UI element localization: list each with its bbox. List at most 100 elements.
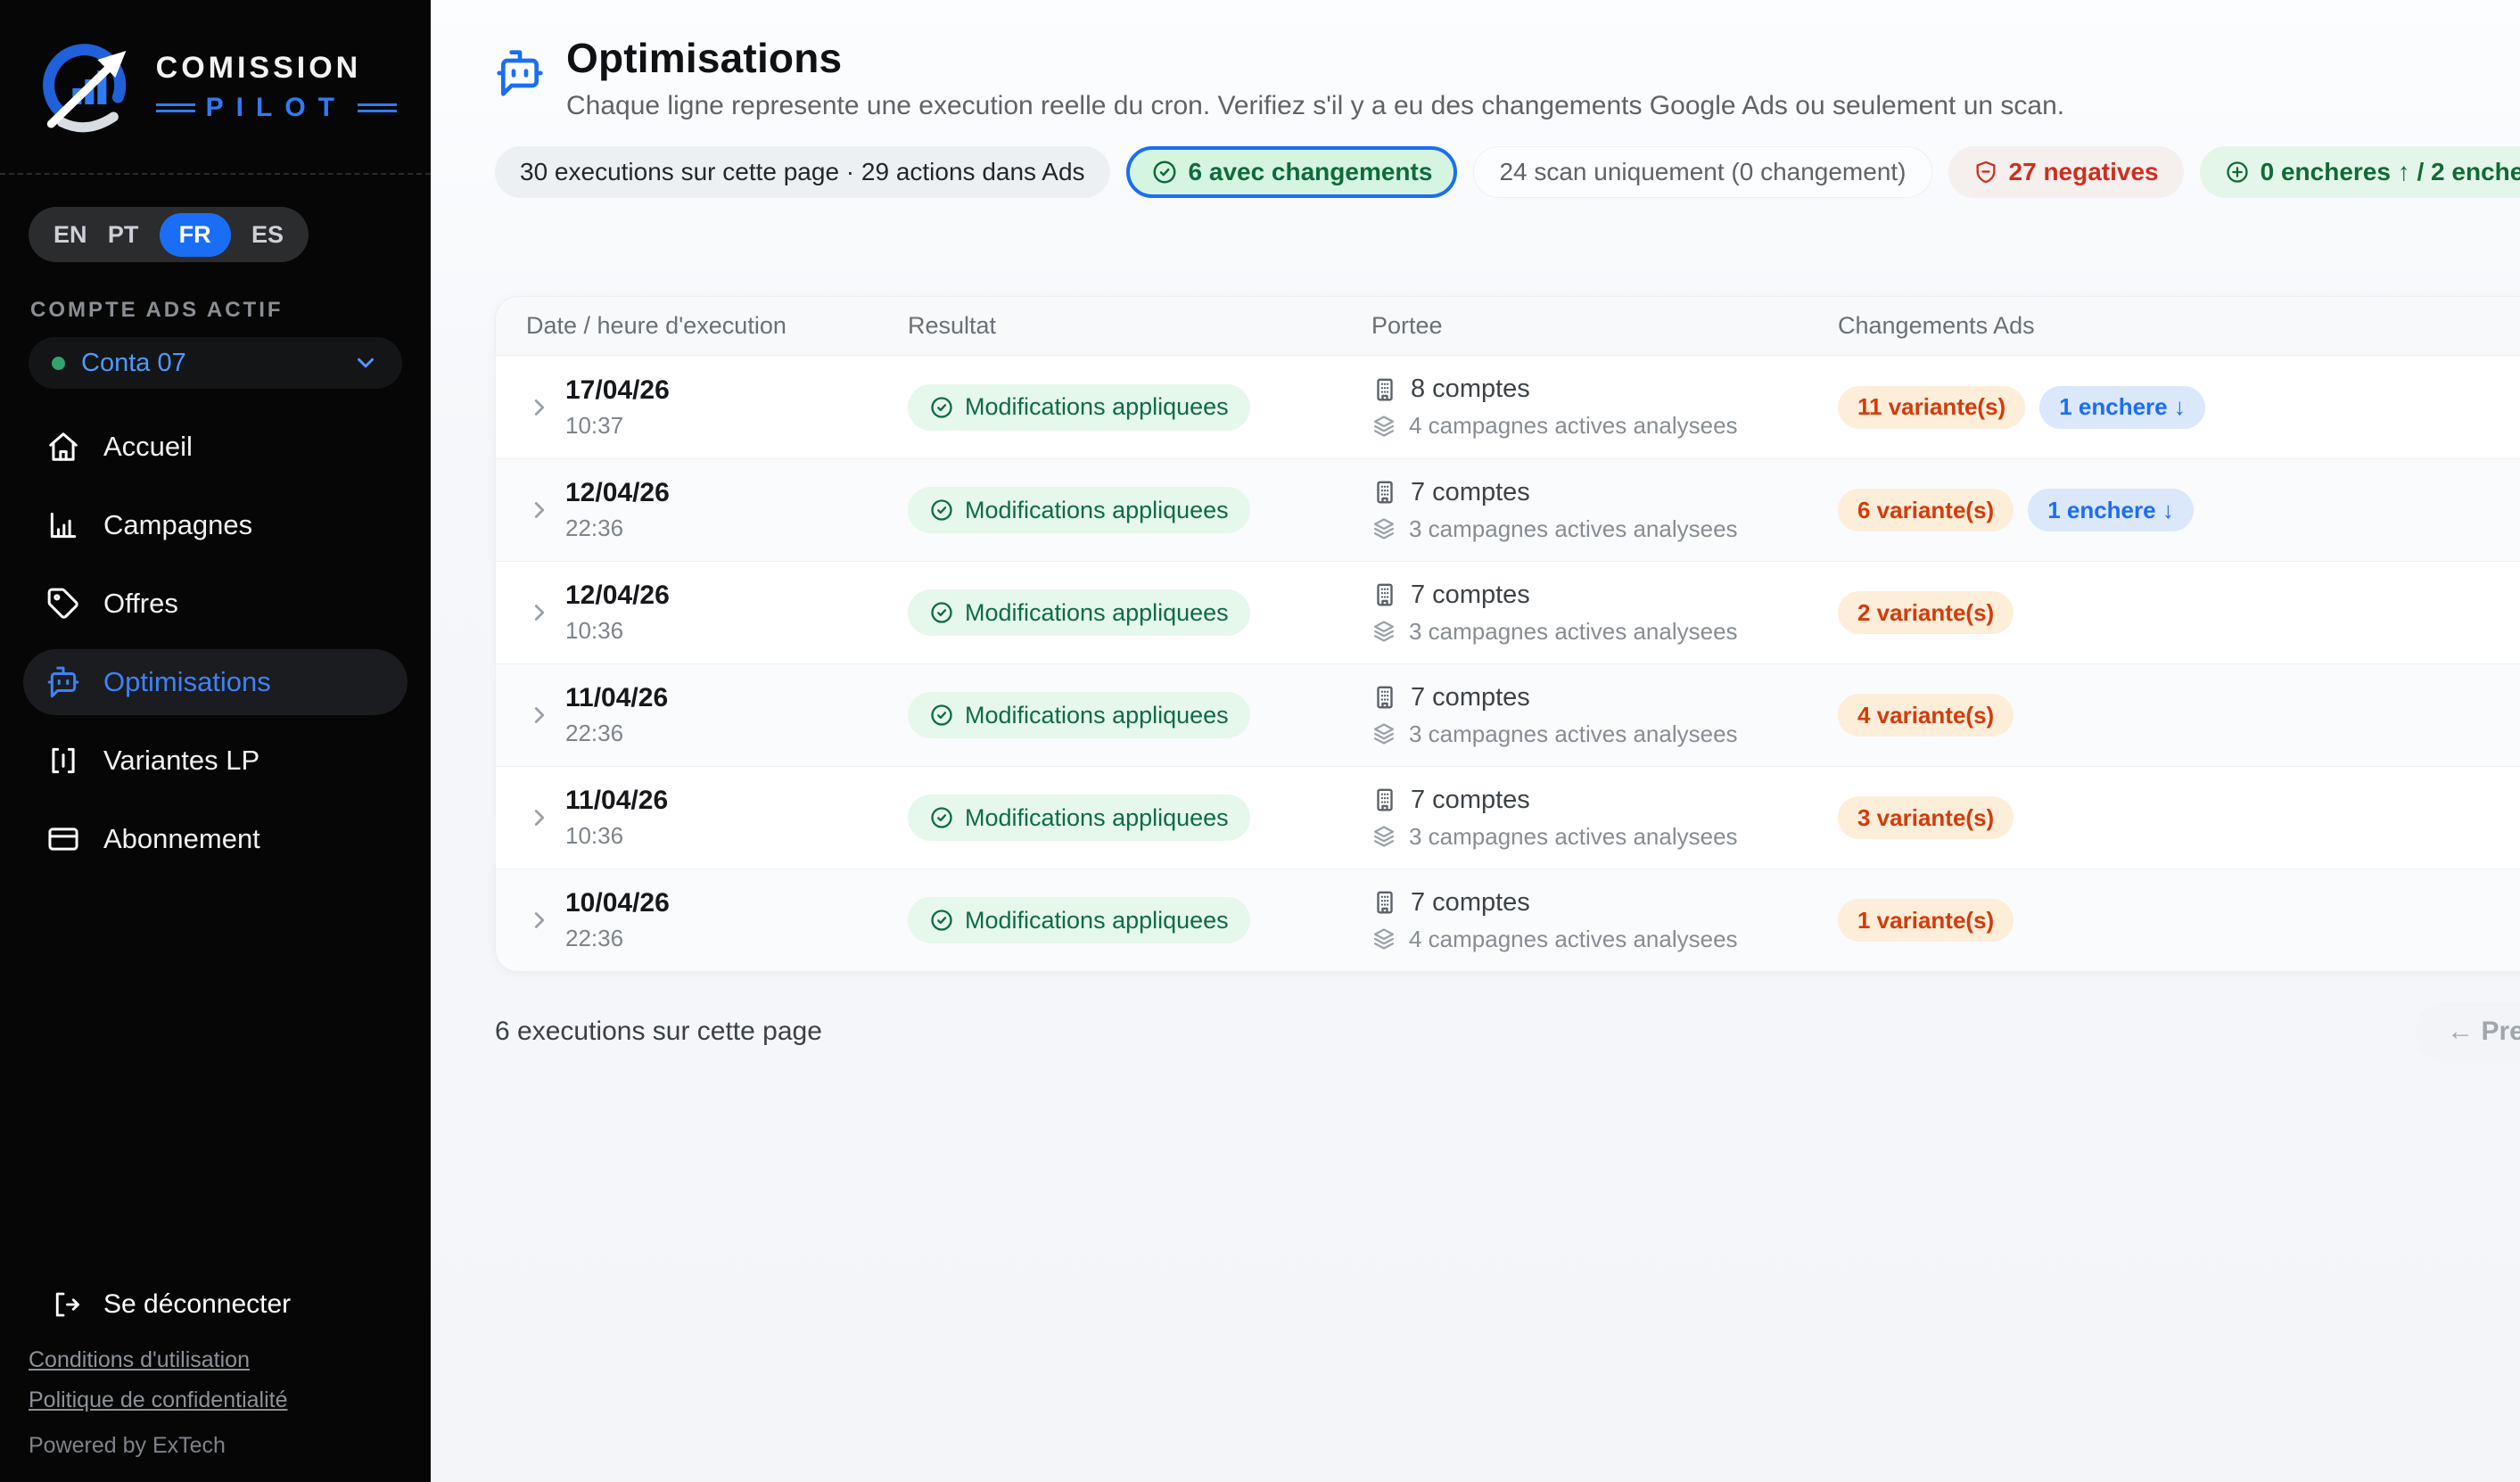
pagination-summary: 6 executions sur cette page — [495, 1017, 822, 1047]
execution-time: 10:37 — [565, 412, 908, 440]
layers-icon — [1371, 721, 1396, 746]
shield-minus-icon — [1973, 160, 1998, 185]
execution-date: 10/04/26 — [565, 888, 908, 918]
check-circle-icon — [929, 600, 954, 625]
chevron-right-icon[interactable] — [526, 599, 553, 626]
chip-with-changes[interactable]: 6 avec changements — [1126, 146, 1458, 198]
brand-subname: PILOT — [206, 93, 347, 123]
campaigns-analyzed: 4 campagnes actives analysees — [1409, 926, 1738, 953]
table-row[interactable]: 10/04/26 22:36 Modifications appliquees … — [496, 869, 2520, 971]
status-badge: Modifications appliquees — [908, 384, 1250, 431]
brand-logo-icon — [34, 33, 144, 140]
lang-button-pt[interactable]: PT — [108, 214, 139, 256]
chip-scan-only[interactable]: 24 scan uniquement (0 changement) — [1473, 146, 1931, 198]
chevron-right-icon[interactable] — [526, 804, 553, 831]
accounts-count: 7 comptes — [1411, 683, 1530, 712]
privacy-link[interactable]: Politique de confidentialité — [29, 1387, 287, 1413]
check-circle-icon — [929, 908, 954, 933]
campaigns-analyzed: 3 campagnes actives analysees — [1409, 823, 1738, 851]
powered-by: Powered by ExTech — [29, 1433, 402, 1459]
variants-badge: 6 variante(s) — [1838, 489, 2014, 531]
status-badge: Modifications appliquees — [908, 692, 1250, 738]
execution-date: 17/04/26 — [565, 375, 908, 406]
sidebar-item-variantes-lp[interactable]: Variantes LP — [23, 728, 408, 794]
bar-chart-icon — [46, 508, 80, 542]
sidebar-item-label: Abonnement — [103, 823, 260, 855]
sidebar-item-optimisations[interactable]: Optimisations — [23, 649, 408, 715]
execution-date: 11/04/26 — [565, 683, 908, 713]
sidebar-item-offres[interactable]: Offres — [23, 571, 408, 637]
lang-button-fr[interactable]: FR — [160, 213, 231, 257]
account-section-label: COMPTE ADS ACTIF — [30, 298, 431, 323]
table-row[interactable]: 11/04/26 22:36 Modifications appliquees … — [496, 663, 2520, 766]
check-circle-icon — [929, 395, 954, 420]
sidebar-item-label: Campagnes — [103, 509, 252, 541]
pagination: 6 executions sur cette page ← Precedent … — [495, 1002, 2520, 1061]
accounts-count: 8 comptes — [1411, 375, 1530, 404]
building-icon — [1371, 581, 1398, 608]
terms-link[interactable]: Conditions d'utilisation — [29, 1347, 250, 1373]
execution-time: 22:36 — [565, 720, 908, 747]
account-select[interactable]: Conta 07 — [29, 337, 402, 389]
chip-negatives[interactable]: 27 negatives — [1948, 146, 2184, 198]
variants-badge: 3 variante(s) — [1838, 796, 2014, 839]
layers-icon — [1371, 619, 1396, 644]
variants-badge: 4 variante(s) — [1838, 694, 2014, 737]
table-row[interactable]: 17/04/26 10:37 Modifications appliquees … — [496, 356, 2520, 458]
brand-dash-left — [156, 103, 195, 112]
table-row[interactable]: 12/04/26 10:36 Modifications appliquees … — [496, 561, 2520, 663]
execution-time: 10:36 — [565, 617, 908, 645]
account-status-dot — [52, 357, 65, 370]
status-badge: Modifications appliquees — [908, 589, 1250, 636]
layers-icon — [1371, 516, 1396, 541]
column-header-changes: Changements Ads — [1838, 312, 2239, 340]
tag-icon — [46, 587, 80, 621]
accounts-count: 7 comptes — [1411, 786, 1530, 815]
chip-bids-up-down[interactable]: 0 encheres ↑ / 2 encheres ↓ — [2200, 146, 2520, 198]
table-row[interactable]: 12/04/26 22:36 Modifications appliquees … — [496, 458, 2520, 561]
chevron-right-icon[interactable] — [526, 497, 553, 523]
logout-label: Se déconnecter — [103, 1289, 291, 1320]
sidebar-item-label: Variantes LP — [103, 745, 259, 777]
logout-button[interactable]: Se déconnecter — [29, 1289, 402, 1321]
check-circle-icon — [929, 703, 954, 728]
chevron-down-icon — [352, 350, 379, 376]
chevron-right-icon[interactable] — [526, 907, 553, 934]
account-select-value: Conta 07 — [81, 349, 186, 378]
lang-button-es[interactable]: ES — [251, 214, 284, 256]
building-icon — [1371, 684, 1398, 711]
accounts-count: 7 comptes — [1411, 580, 1530, 610]
execution-time: 22:36 — [565, 515, 908, 542]
building-icon — [1371, 376, 1398, 403]
sidebar-item-campagnes[interactable]: Campagnes — [23, 492, 408, 558]
check-circle-icon — [929, 805, 954, 830]
language-switcher: EN PT FR ES — [29, 207, 309, 262]
executions-table: Date / heure d'execution Resultat Portee… — [495, 296, 2520, 972]
check-circle-icon — [1151, 159, 1178, 185]
accounts-count: 7 comptes — [1411, 888, 1530, 918]
chevron-right-icon[interactable] — [526, 702, 553, 729]
execution-date: 11/04/26 — [565, 786, 908, 816]
sidebar-nav: Accueil Campagnes Offres Optimisations V… — [0, 414, 431, 885]
variants-badge: 1 variante(s) — [1838, 899, 2014, 942]
chip-executions-summary[interactable]: 30 executions sur cette page · 29 action… — [495, 146, 1110, 198]
check-circle-icon — [929, 498, 954, 523]
building-icon — [1371, 786, 1398, 813]
chevron-right-icon[interactable] — [526, 394, 553, 421]
credit-card-icon — [46, 822, 80, 856]
building-icon — [1371, 479, 1398, 506]
column-header-date: Date / heure d'execution — [526, 312, 908, 340]
sidebar-item-accueil[interactable]: Accueil — [23, 414, 408, 480]
brand-logo: COMISSION PILOT — [0, 0, 431, 175]
sidebar-item-label: Optimisations — [103, 666, 271, 698]
previous-page-button[interactable]: ← Precedent — [2415, 1002, 2520, 1061]
bot-icon — [495, 48, 545, 98]
table-row[interactable]: 11/04/26 10:36 Modifications appliquees … — [496, 766, 2520, 869]
lang-button-en[interactable]: EN — [54, 214, 87, 256]
sidebar-item-label: Accueil — [103, 431, 193, 463]
column-header-scope: Portee — [1371, 312, 1838, 340]
campaigns-analyzed: 3 campagnes actives analysees — [1409, 515, 1738, 543]
sidebar-item-abonnement[interactable]: Abonnement — [23, 806, 408, 872]
table-header-row: Date / heure d'execution Resultat Portee… — [496, 297, 2520, 356]
building-icon — [1371, 889, 1398, 916]
